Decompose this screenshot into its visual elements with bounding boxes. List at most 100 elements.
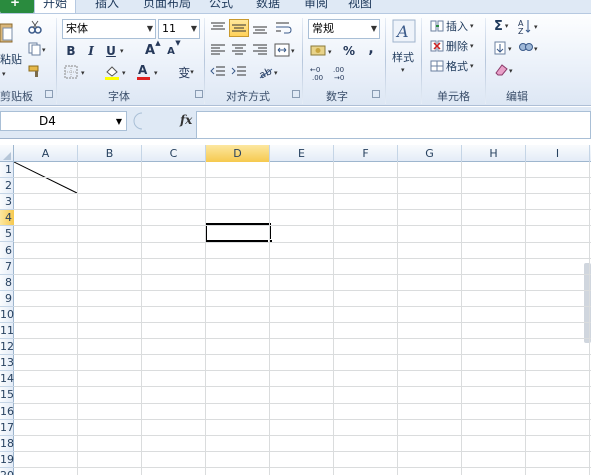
align-bottom-icon[interactable] xyxy=(252,21,268,35)
font-size-dropdown-icon[interactable]: ▼ xyxy=(191,20,197,38)
tab-formulas[interactable]: 公式 xyxy=(209,0,233,11)
accounting-format-icon[interactable]: ▾ xyxy=(310,43,336,59)
align-center-icon[interactable] xyxy=(231,43,247,57)
row-header-13[interactable]: 13 xyxy=(0,355,14,372)
row-header-4[interactable]: 4 xyxy=(0,210,14,227)
row-header-8[interactable]: 8 xyxy=(0,275,14,291)
paste-icon[interactable] xyxy=(0,20,14,46)
row-header-14[interactable]: 14 xyxy=(0,371,14,388)
row-header-12[interactable]: 12 xyxy=(0,339,14,356)
row-header-5[interactable]: 5 xyxy=(0,226,14,243)
copy-icon[interactable]: ▾ xyxy=(28,42,48,56)
clear-icon[interactable]: ▾ xyxy=(494,62,516,78)
fill-icon[interactable]: ▾ xyxy=(494,40,516,56)
row-header-2[interactable]: 2 xyxy=(0,178,14,195)
column-header-b[interactable]: B xyxy=(78,145,142,162)
name-box[interactable]: D4 ▼ xyxy=(0,111,127,131)
font-launcher-icon[interactable] xyxy=(195,90,203,98)
borders-icon[interactable]: ▾ xyxy=(64,64,88,80)
align-right-icon[interactable] xyxy=(252,43,268,57)
insert-cells-button[interactable]: 插入 ▾ xyxy=(430,17,474,35)
fill-color-icon[interactable]: ▾ xyxy=(104,64,130,80)
styles-icon[interactable]: A xyxy=(392,19,416,43)
underline-dropdown-icon[interactable]: ▾ xyxy=(120,47,124,55)
tab-page-layout[interactable]: 页面布局 xyxy=(143,0,191,11)
row-headers: 1234567891011121314151617181920 xyxy=(0,162,14,475)
number-format-combo[interactable]: 常规 ▼ xyxy=(308,19,380,39)
gridline-horizontal xyxy=(14,177,591,179)
worksheet-grid[interactable]: ABCDEFGHI 123456789101112131415161718192… xyxy=(0,145,591,475)
formula-input[interactable] xyxy=(196,111,591,139)
clipboard-group-label: 剪贴板 xyxy=(0,90,33,103)
row-header-1[interactable]: 1 xyxy=(0,162,14,178)
align-top-icon[interactable] xyxy=(210,21,226,35)
paste-button[interactable]: 粘贴 xyxy=(0,50,22,68)
row-header-15[interactable]: 15 xyxy=(0,387,14,404)
column-header-g[interactable]: G xyxy=(398,145,462,162)
row-header-18[interactable]: 18 xyxy=(0,436,14,452)
decrease-indent-icon[interactable] xyxy=(210,65,226,79)
file-tab[interactable]: + xyxy=(0,0,34,13)
styles-dropdown-icon[interactable]: ▾ xyxy=(401,66,405,74)
column-header-a[interactable]: A xyxy=(14,145,78,162)
group-divider xyxy=(56,18,57,104)
autosum-button[interactable]: Σ ▾ xyxy=(494,17,508,35)
name-box-dropdown-icon[interactable]: ▼ xyxy=(116,113,122,131)
increase-decimal-icon[interactable]: ←0.00 xyxy=(310,65,328,81)
column-header-i[interactable]: I xyxy=(526,145,590,162)
comma-style-button[interactable]: , xyxy=(366,41,376,57)
row-header-7[interactable]: 7 xyxy=(0,259,14,275)
align-left-icon[interactable] xyxy=(210,43,226,57)
font-name-dropdown-icon[interactable]: ▼ xyxy=(147,20,153,38)
row-header-3[interactable]: 3 xyxy=(0,194,14,211)
tab-home[interactable]: 开始 xyxy=(34,0,77,13)
row-header-10[interactable]: 10 xyxy=(0,307,14,323)
format-cells-button[interactable]: 格式 ▾ xyxy=(430,57,474,75)
row-header-11[interactable]: 11 xyxy=(0,323,14,339)
tab-data[interactable]: 数据 xyxy=(256,0,280,11)
phonetic-guide-icon[interactable]: 变 ▾ xyxy=(172,63,200,81)
row-header-16[interactable]: 16 xyxy=(0,404,14,420)
row-header-9[interactable]: 9 xyxy=(0,291,14,307)
row-header-19[interactable]: 19 xyxy=(0,452,14,468)
decrease-decimal-icon[interactable]: .00 →0 xyxy=(332,65,350,81)
font-color-icon[interactable]: A ▾ xyxy=(136,63,162,80)
cut-icon[interactable] xyxy=(28,20,42,34)
increase-indent-icon[interactable] xyxy=(231,65,247,79)
select-all-button[interactable] xyxy=(0,145,14,162)
row-header-17[interactable]: 17 xyxy=(0,420,14,436)
alignment-launcher-icon[interactable] xyxy=(292,90,300,98)
clipboard-launcher-icon[interactable] xyxy=(45,90,53,98)
bold-button[interactable]: B xyxy=(64,43,78,59)
underline-button[interactable]: U xyxy=(104,43,118,59)
row-header-20[interactable]: 20 xyxy=(0,468,14,475)
styles-button[interactable]: 样式 xyxy=(392,48,414,66)
column-header-h[interactable]: H xyxy=(462,145,526,162)
merge-center-icon[interactable]: ▾ xyxy=(274,43,298,57)
align-middle-icon[interactable] xyxy=(229,19,249,37)
phonetic-dropdown-icon[interactable]: ▾ xyxy=(190,68,194,76)
delete-cells-button[interactable]: 删除 ▾ xyxy=(430,37,474,55)
wrap-text-icon[interactable] xyxy=(275,21,293,35)
format-painter-icon[interactable] xyxy=(28,64,42,78)
row-header-6[interactable]: 6 xyxy=(0,243,14,259)
insert-function-button[interactable]: fx xyxy=(180,113,192,127)
formula-bar-splitter-icon[interactable] xyxy=(128,111,148,131)
percent-style-button[interactable]: % xyxy=(342,43,356,59)
column-header-f[interactable]: F xyxy=(334,145,398,162)
number-launcher-icon[interactable] xyxy=(372,90,380,98)
tab-view[interactable]: 视图 xyxy=(348,0,372,11)
sort-filter-icon[interactable]: A Z ▾ xyxy=(518,17,542,35)
column-header-c[interactable]: C xyxy=(142,145,206,162)
tab-review[interactable]: 审阅 xyxy=(304,0,328,11)
tab-insert[interactable]: 插入 xyxy=(95,0,119,11)
number-format-dropdown-icon[interactable]: ▼ xyxy=(371,20,377,38)
column-header-e[interactable]: E xyxy=(270,145,334,162)
italic-button[interactable]: I xyxy=(84,43,98,59)
column-header-d[interactable]: D xyxy=(206,145,270,162)
orientation-icon[interactable]: ab ▾ xyxy=(258,65,282,79)
paste-dropdown-icon[interactable]: ▾ xyxy=(2,70,6,78)
font-name-combo[interactable]: 宋体 ▼ xyxy=(62,19,156,39)
font-size-combo[interactable]: 11 ▼ xyxy=(158,19,200,39)
find-select-icon[interactable]: ▾ xyxy=(518,40,542,56)
